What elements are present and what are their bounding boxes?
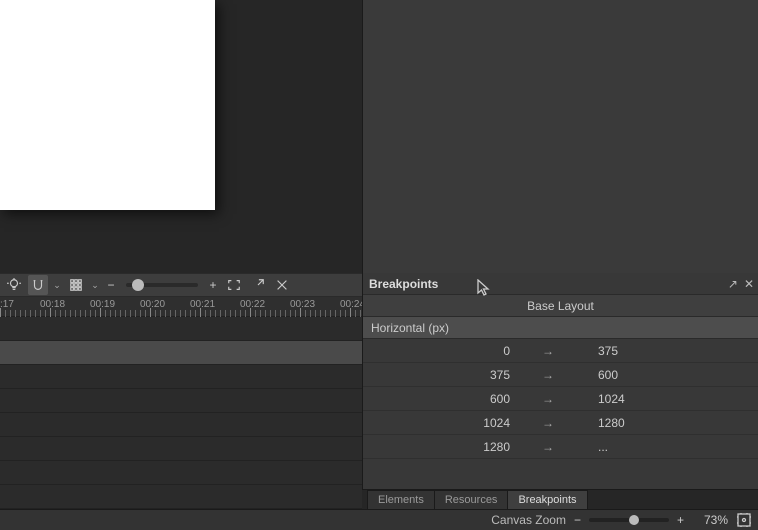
timeline-zoom-slider-thumb[interactable]	[132, 279, 144, 291]
track-row[interactable]	[0, 365, 362, 389]
panel-tabs: Elements Resources Breakpoints	[362, 489, 758, 509]
mouse-cursor-icon	[477, 279, 491, 297]
track-row[interactable]	[0, 437, 362, 461]
ruler-time-label: 00:18	[40, 299, 65, 310]
canvas-preview[interactable]	[0, 0, 215, 210]
timeline-workspace	[0, 0, 362, 273]
ruler-time-label: :17	[0, 299, 14, 310]
breakpoint-row[interactable]: 375→600	[363, 363, 758, 387]
breakpoint-to: 1024	[578, 392, 758, 406]
arrow-right-icon: →	[518, 368, 578, 382]
track-row[interactable]	[0, 485, 362, 509]
ruler-time-label: 00:21	[190, 299, 215, 310]
breakpoint-to: 375	[578, 344, 758, 358]
zoom-percent: 73%	[692, 513, 728, 527]
axis-label: Horizontal (px)	[371, 321, 449, 335]
timeline-tracks[interactable]	[0, 317, 362, 530]
ruler-time-label: 00:20	[140, 299, 165, 310]
breakpoint-from: 0	[363, 344, 518, 358]
fit-viewport-icon[interactable]	[736, 512, 752, 528]
breakpoints-panel: Breakpoints ↗ ✕ Base Layout Horizontal (…	[362, 273, 758, 513]
timeline-toolbar: ⌄ ⌄ − +	[0, 273, 362, 297]
panel-expand-icon[interactable]: ↗	[728, 277, 738, 291]
track-row[interactable]	[0, 413, 362, 437]
panel-close-icon[interactable]: ✕	[744, 277, 754, 291]
zoom-slider[interactable]	[589, 518, 669, 522]
grid-icon[interactable]	[66, 275, 86, 295]
panel-header: Breakpoints ↗ ✕	[363, 273, 758, 295]
canvas-zoom-label: Canvas Zoom	[491, 513, 566, 527]
ruler-time-label: 00:19	[90, 299, 115, 310]
zoom-in-icon[interactable]: +	[677, 513, 684, 527]
ruler-time-label: 00:23	[290, 299, 315, 310]
fit-content-icon[interactable]	[224, 275, 244, 295]
track-row[interactable]	[0, 317, 362, 341]
breakpoint-from: 1280	[363, 440, 518, 454]
timeline-zoom-in-icon[interactable]: +	[206, 278, 220, 292]
arrow-right-icon: →	[518, 392, 578, 406]
axis-label-row: Horizontal (px)	[363, 317, 758, 339]
breakpoint-row[interactable]: 1024→1280	[363, 411, 758, 435]
breakpoint-to: 600	[578, 368, 758, 382]
timeline-zoom-slider[interactable]	[126, 283, 198, 287]
breakpoint-row[interactable]: 600→1024	[363, 387, 758, 411]
track-row[interactable]	[0, 461, 362, 485]
zoom-out-icon[interactable]: −	[574, 513, 581, 527]
status-bar: Canvas Zoom − + 73%	[0, 509, 758, 530]
tab-resources[interactable]: Resources	[434, 490, 509, 509]
breakpoint-from: 1024	[363, 416, 518, 430]
grid-dropdown-arrow[interactable]: ⌄	[90, 280, 100, 291]
timeline-ruler[interactable]: :1700:1800:1900:2000:2100:2200:2300:24	[0, 297, 362, 317]
close-timeline-icon[interactable]	[272, 275, 292, 295]
base-layout-button[interactable]: Base Layout	[363, 295, 758, 317]
timeline-zoom-out-icon[interactable]: −	[104, 278, 118, 292]
lightbulb-icon[interactable]	[4, 275, 24, 295]
arrow-right-icon: →	[518, 344, 578, 358]
arrow-right-icon: →	[518, 440, 578, 454]
panel-title: Breakpoints	[369, 277, 438, 291]
breakpoint-to: 1280	[578, 416, 758, 430]
tab-breakpoints[interactable]: Breakpoints	[507, 490, 587, 509]
breakpoint-row[interactable]: 0→375	[363, 339, 758, 363]
snap-magnet-icon[interactable]	[28, 275, 48, 295]
expand-timeline-icon[interactable]	[248, 275, 268, 295]
preview-empty-area	[362, 0, 758, 273]
breakpoint-row[interactable]: 1280→...	[363, 435, 758, 459]
track-row[interactable]	[0, 341, 362, 365]
track-row[interactable]	[0, 389, 362, 413]
arrow-right-icon: →	[518, 416, 578, 430]
tab-elements[interactable]: Elements	[367, 490, 435, 509]
zoom-slider-thumb[interactable]	[629, 515, 639, 525]
ruler-time-label: 00:22	[240, 299, 265, 310]
breakpoint-from: 375	[363, 368, 518, 382]
breakpoint-to: ...	[578, 440, 758, 454]
base-layout-label: Base Layout	[527, 299, 594, 313]
snap-dropdown-arrow[interactable]: ⌄	[52, 280, 62, 291]
breakpoint-from: 600	[363, 392, 518, 406]
